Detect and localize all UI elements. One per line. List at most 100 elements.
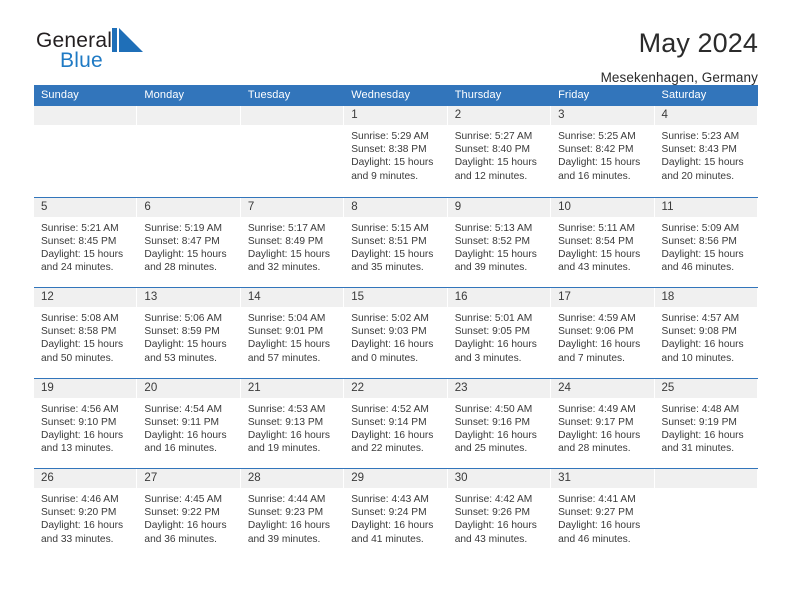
- day-daylight-line: and 13 minutes.: [41, 443, 114, 455]
- day-number: 3: [558, 109, 565, 121]
- day-number: 31: [558, 472, 571, 484]
- day-daylight-line: Daylight: 16 hours: [558, 520, 641, 532]
- day-number: 26: [41, 472, 54, 484]
- day-sunset-line: Sunset: 9:17 PM: [558, 416, 634, 428]
- day-number: 12: [41, 291, 54, 303]
- weekday-header-saturday: Saturday: [661, 89, 707, 101]
- calendar-day-cell[interactable]: 27 Sunrise: 4:45 AM Sunset: 9:22 PM Dayligh…: [137, 469, 241, 559]
- calendar-day-cell[interactable]: 10 Sunrise: 5:11 AM Sunset: 8:54 PM Dayligh…: [551, 197, 655, 287]
- day-daylight-line: and 50 minutes.: [41, 352, 114, 364]
- calendar-day-cell[interactable]: 22 Sunrise: 4:52 AM Sunset: 9:14 PM Dayligh…: [344, 378, 448, 468]
- day-number: 27: [144, 472, 158, 484]
- day-details: Sunrise: 4:46 AM Sunset: 9:20 PM Daylight:…: [34, 488, 136, 546]
- calendar-day-cell[interactable]: 23 Sunrise: 4:50 AM Sunset: 9:16 PM Dayligh…: [447, 378, 552, 468]
- day-sunrise-line: Sunrise: 5:19 AM: [144, 222, 223, 234]
- day-daylight-line: Daylight: 15 hours: [41, 339, 124, 351]
- calendar-day-cell[interactable]: 24 Sunrise: 4:49 AM Sunset: 9:17 PM Dayligh…: [551, 378, 655, 468]
- calendar-day-cell[interactable]: 3 Sunrise: 5:25 AM Sunset: 8:42 PM Daylight…: [551, 106, 655, 197]
- day-number-band: 9: [447, 197, 551, 217]
- calendar-grid: Sunday Monday Tuesday Wednesday Thursday Frid…: [34, 85, 758, 559]
- calendar-day-cell[interactable]: 4 Sunrise: 5:23 AM Sunset: 8:43 PM Daylight…: [654, 106, 758, 197]
- day-number: 5: [41, 200, 48, 213]
- day-sunrise-line: Sunrise: 4:56 AM: [41, 403, 119, 415]
- calendar-day-cell[interactable]: 30 Sunrise: 4:42 AM Sunset: 9:26 PM Dayligh…: [447, 469, 552, 559]
- weekday-header-sunday: Sunday: [41, 89, 79, 101]
- day-daylight-line: Daylight: 16 hours: [351, 339, 434, 351]
- day-number-band: 7: [240, 197, 344, 217]
- day-sunrise-line: Sunrise: 4:54 AM: [144, 403, 223, 415]
- day-daylight-line: Daylight: 16 hours: [41, 429, 124, 441]
- day-daylight-line: Daylight: 15 hours: [351, 157, 434, 169]
- triangle-logo-icon: [112, 28, 145, 56]
- calendar-day-cell[interactable]: 21 Sunrise: 4:53 AM Sunset: 9:13 PM Dayligh…: [240, 378, 345, 468]
- calendar-day-cell[interactable]: 29 Sunrise: 4:43 AM Sunset: 9:24 PM Dayligh…: [344, 469, 448, 559]
- day-sunset-line: Sunset: 8:45 PM: [41, 235, 117, 247]
- brand-logo[interactable]: General Blue: [34, 28, 154, 76]
- calendar-day-cell[interactable]: 9 Sunrise: 5:13 AM Sunset: 8:52 PM Daylight…: [447, 197, 552, 287]
- day-details: Sunrise: 5:08 AM Sunset: 8:58 PM Daylight:…: [34, 307, 136, 365]
- calendar-day-cell[interactable]: 31 Sunrise: 4:41 AM Sunset: 9:27 PM Dayligh…: [551, 469, 655, 559]
- day-number: 21: [247, 381, 261, 394]
- day-sunset-line: Sunset: 8:47 PM: [144, 235, 220, 247]
- day-daylight-line: Daylight: 15 hours: [558, 157, 641, 169]
- day-sunset-line: Sunset: 8:43 PM: [661, 144, 737, 156]
- day-daylight-line: Daylight: 16 hours: [247, 429, 330, 441]
- calendar-day-cell[interactable]: 11 Sunrise: 5:09 AM Sunset: 8:56 PM Dayligh…: [654, 197, 758, 287]
- day-sunrise-line: Sunrise: 4:46 AM: [41, 494, 119, 505]
- calendar-empty-cell: [34, 106, 138, 197]
- day-details: Sunrise: 4:57 AM Sunset: 9:08 PM Daylight:…: [655, 307, 757, 365]
- calendar-day-cell[interactable]: 25 Sunrise: 4:48 AM Sunset: 9:19 PM Dayligh…: [654, 378, 758, 468]
- page-title: May 2024: [638, 28, 758, 58]
- calendar-day-cell[interactable]: 2 Sunrise: 5:27 AM Sunset: 8:40 PM Daylight…: [447, 106, 552, 197]
- calendar-day-cell[interactable]: 12 Sunrise: 5:08 AM Sunset: 8:58 PM Dayligh…: [34, 288, 138, 378]
- day-sunrise-line: Sunrise: 4:59 AM: [558, 313, 636, 324]
- day-sunrise-line: Sunrise: 5:17 AM: [247, 222, 326, 234]
- day-daylight-line: Daylight: 15 hours: [454, 248, 537, 260]
- day-details: Sunrise: 4:45 AM Sunset: 9:22 PM Daylight:…: [137, 488, 239, 546]
- calendar-day-cell[interactable]: 14 Sunrise: 5:04 AM Sunset: 9:01 PM Dayligh…: [240, 288, 345, 378]
- day-sunset-line: Sunset: 8:42 PM: [558, 144, 634, 156]
- day-daylight-line: and 0 minutes.: [351, 352, 419, 364]
- day-details: Sunrise: 5:19 AM Sunset: 8:47 PM Daylight:…: [137, 217, 239, 275]
- calendar-day-cell[interactable]: 20 Sunrise: 4:54 AM Sunset: 9:11 PM Dayligh…: [137, 378, 241, 468]
- day-details: Sunrise: 4:56 AM Sunset: 9:10 PM Daylight:…: [34, 398, 136, 456]
- calendar-day-cell[interactable]: 16 Sunrise: 5:01 AM Sunset: 9:05 PM Dayligh…: [447, 288, 552, 378]
- day-number-band: 6: [137, 197, 240, 217]
- calendar-day-cell[interactable]: 13 Sunrise: 5:06 AM Sunset: 8:59 PM Dayligh…: [137, 288, 241, 378]
- day-daylight-line: Daylight: 15 hours: [558, 248, 641, 260]
- day-sunset-line: Sunset: 9:22 PM: [144, 507, 220, 519]
- day-number-band: 11: [654, 197, 757, 217]
- day-number-band: 5: [34, 197, 137, 217]
- day-daylight-line: and 33 minutes.: [41, 533, 114, 545]
- page-header: General Blue May 2024 Mesekenhagen, Germ…: [34, 0, 758, 85]
- calendar-day-cell[interactable]: 1 Sunrise: 5:29 AM Sunset: 8:38 PM Daylight…: [344, 106, 448, 197]
- day-details: Sunrise: 5:27 AM Sunset: 8:40 PM Daylight:…: [448, 125, 550, 183]
- calendar-day-cell[interactable]: 17 Sunrise: 4:59 AM Sunset: 9:06 PM Dayligh…: [551, 288, 655, 378]
- day-sunrise-line: Sunrise: 5:04 AM: [247, 313, 326, 324]
- calendar-day-cell[interactable]: 8 Sunrise: 5:15 AM Sunset: 8:51 PM Daylight…: [344, 197, 448, 287]
- day-number: 20: [144, 381, 158, 394]
- day-sunrise-line: Sunrise: 5:09 AM: [661, 222, 740, 234]
- day-daylight-line: Daylight: 15 hours: [144, 248, 227, 260]
- calendar-day-cell[interactable]: 26 Sunrise: 4:46 AM Sunset: 9:20 PM Dayligh…: [34, 469, 138, 559]
- calendar-empty-cell: [137, 106, 241, 197]
- day-number: 18: [661, 291, 675, 303]
- calendar-day-cell[interactable]: 15 Sunrise: 5:02 AM Sunset: 9:03 PM Dayligh…: [344, 288, 448, 378]
- calendar-day-cell[interactable]: 7 Sunrise: 5:17 AM Sunset: 8:49 PM Daylight…: [240, 197, 345, 287]
- calendar-day-cell[interactable]: 28 Sunrise: 4:44 AM Sunset: 9:23 PM Dayligh…: [240, 469, 345, 559]
- day-number: 8: [351, 200, 358, 213]
- day-sunset-line: Sunset: 9:11 PM: [144, 416, 219, 428]
- day-sunset-line: Sunset: 9:20 PM: [41, 507, 117, 519]
- day-details: Sunrise: 4:50 AM Sunset: 9:16 PM Daylight:…: [448, 398, 550, 456]
- day-daylight-line: and 39 minutes.: [247, 533, 321, 545]
- day-details: Sunrise: 5:25 AM Sunset: 8:42 PM Daylight:…: [551, 125, 653, 183]
- day-daylight-line: and 41 minutes.: [351, 533, 424, 545]
- day-number-band: 31: [551, 469, 654, 488]
- calendar-day-cell[interactable]: 18 Sunrise: 4:57 AM Sunset: 9:08 PM Dayligh…: [654, 288, 758, 378]
- calendar-day-cell[interactable]: 19 Sunrise: 4:56 AM Sunset: 9:10 PM Dayligh…: [34, 378, 138, 468]
- day-daylight-line: Daylight: 15 hours: [41, 248, 124, 260]
- calendar-day-cell[interactable]: 6 Sunrise: 5:19 AM Sunset: 8:47 PM Daylight…: [137, 197, 241, 287]
- calendar-day-cell[interactable]: 5 Sunrise: 5:21 AM Sunset: 8:45 PM Daylight…: [34, 197, 138, 287]
- day-daylight-line: and 53 minutes.: [144, 352, 217, 364]
- day-number-band: 25: [654, 378, 757, 398]
